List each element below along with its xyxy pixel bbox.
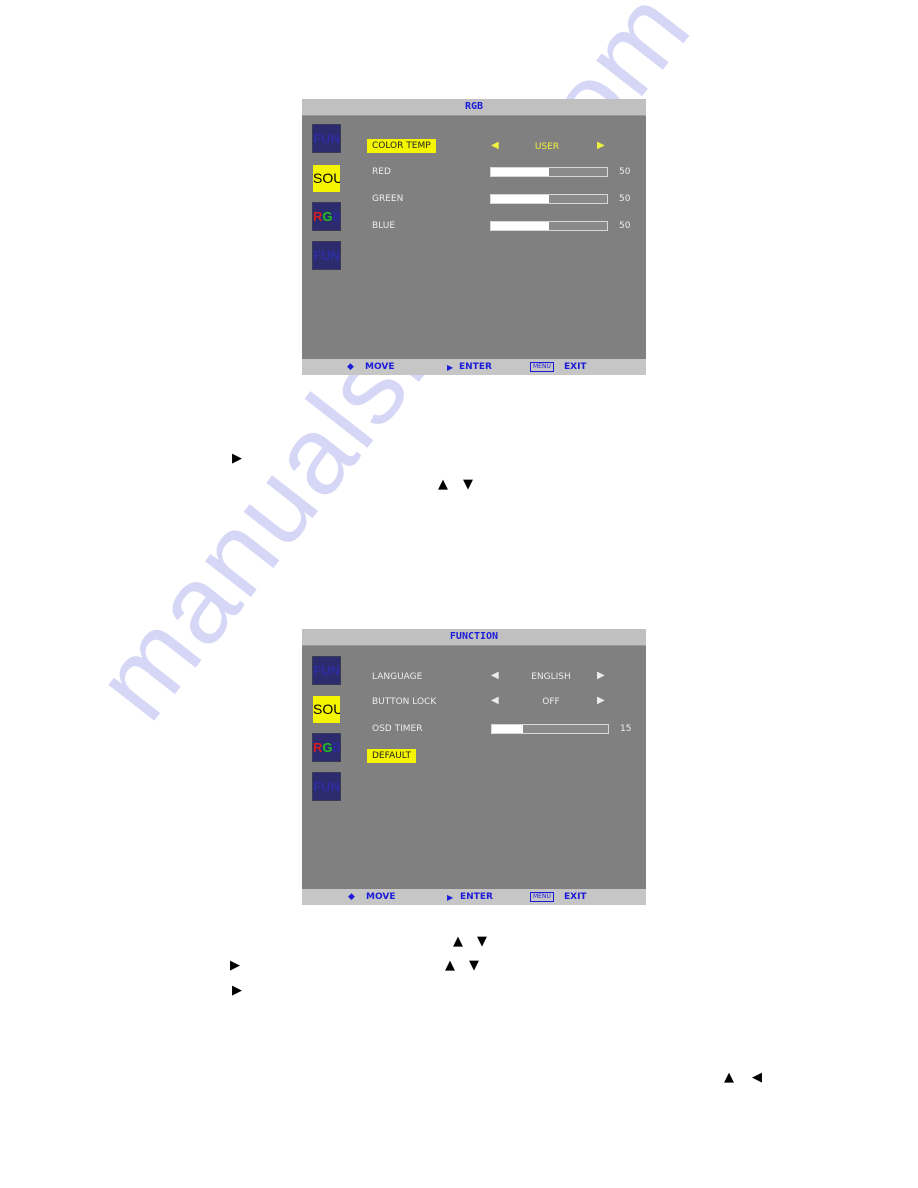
button-lock-value: OFF <box>542 697 560 707</box>
osd-footer: ◆ MOVE ▶ ENTER MENU EXIT <box>302 889 646 905</box>
function-tab-icon[interactable]: FUN <box>313 125 340 152</box>
osd-timer-slider[interactable] <box>491 724 609 734</box>
button-lock-label[interactable]: BUTTON LOCK <box>372 697 436 707</box>
move-label: MOVE <box>365 362 395 372</box>
osd-title: RGB <box>302 99 646 116</box>
blue-slider[interactable] <box>490 221 608 231</box>
language-value: ENGLISH <box>531 672 571 682</box>
red-label: RED <box>372 167 391 177</box>
up-triangle-icon: ▲ <box>724 1070 734 1085</box>
rgb-osd-menu: RGB FUN SOU RGB FUN COLOR TEMP ◀ USER ▶ … <box>302 99 646 375</box>
default-button[interactable]: DEFAULT <box>367 749 416 763</box>
enter-icon: ▶ <box>447 893 454 902</box>
move-label: MOVE <box>366 892 396 902</box>
left-arrow-icon[interactable]: ◀ <box>491 140 499 151</box>
move-icon: ◆ <box>348 892 355 902</box>
green-slider-fill <box>491 195 549 203</box>
rgb-tab-icon[interactable]: RGB <box>313 734 340 761</box>
blue-label: BLUE <box>372 221 396 231</box>
function-tab-icon-2[interactable]: FUN <box>313 773 340 800</box>
right-triangle-icon: ▶ <box>230 958 240 973</box>
osd-timer-value: 15 <box>620 724 632 734</box>
right-triangle-icon: ▶ <box>232 451 242 466</box>
menu-badge: MENU <box>530 362 554 372</box>
osd-timer-label[interactable]: OSD TIMER <box>372 724 422 734</box>
move-icon: ◆ <box>347 362 354 372</box>
up-triangle-icon: ▲ <box>453 934 463 949</box>
rgb-icon-g: G <box>322 740 333 755</box>
down-triangle-icon: ▼ <box>477 934 487 949</box>
left-triangle-icon: ◀ <box>752 1070 762 1085</box>
source-tab-icon[interactable]: SOU <box>313 696 340 723</box>
function-tab-icon-2[interactable]: FUN <box>313 242 340 269</box>
rgb-icon-r: R <box>313 209 323 224</box>
up-triangle-icon: ▲ <box>438 477 448 492</box>
exit-label: EXIT <box>564 362 587 372</box>
rgb-icon-b: B <box>332 740 340 755</box>
rgb-icon-r: R <box>313 740 323 755</box>
rgb-icon-g: G <box>322 209 333 224</box>
color-temp-value: USER <box>534 142 560 152</box>
enter-label: ENTER <box>459 362 492 372</box>
osd-title: FUNCTION <box>302 629 646 646</box>
right-arrow-icon[interactable]: ▶ <box>597 140 605 151</box>
up-triangle-icon: ▲ <box>445 958 455 973</box>
left-arrow-icon[interactable]: ◀ <box>491 670 499 681</box>
source-tab-icon[interactable]: SOU <box>313 165 340 192</box>
red-slider-fill <box>491 168 549 176</box>
red-slider[interactable] <box>490 167 608 177</box>
green-value: 50 <box>619 194 631 204</box>
osd-footer: ◆ MOVE ▶ ENTER MENU EXIT <box>302 359 646 375</box>
exit-label: EXIT <box>564 892 587 902</box>
right-arrow-icon[interactable]: ▶ <box>597 670 605 681</box>
red-value: 50 <box>619 167 631 177</box>
green-label: GREEN <box>372 194 404 204</box>
left-arrow-icon[interactable]: ◀ <box>491 695 499 706</box>
down-triangle-icon: ▼ <box>469 958 479 973</box>
function-tab-icon[interactable]: FUN <box>313 657 340 684</box>
osd-timer-fill <box>492 725 524 733</box>
down-triangle-icon: ▼ <box>463 477 473 492</box>
green-slider[interactable] <box>490 194 608 204</box>
menu-badge: MENU <box>530 892 554 902</box>
enter-label: ENTER <box>460 892 493 902</box>
rgb-icon-b: B <box>332 209 340 224</box>
right-triangle-icon: ▶ <box>232 983 242 998</box>
color-temp-label[interactable]: COLOR TEMP <box>367 139 436 153</box>
function-osd-menu: FUNCTION FUN SOU RGB FUN LANGUAGE ◀ ENGL… <box>302 629 646 905</box>
blue-slider-fill <box>491 222 549 230</box>
enter-icon: ▶ <box>447 363 454 372</box>
language-label[interactable]: LANGUAGE <box>372 672 422 682</box>
right-arrow-icon[interactable]: ▶ <box>597 695 605 706</box>
rgb-tab-icon[interactable]: RGB <box>313 203 340 230</box>
blue-value: 50 <box>619 221 631 231</box>
